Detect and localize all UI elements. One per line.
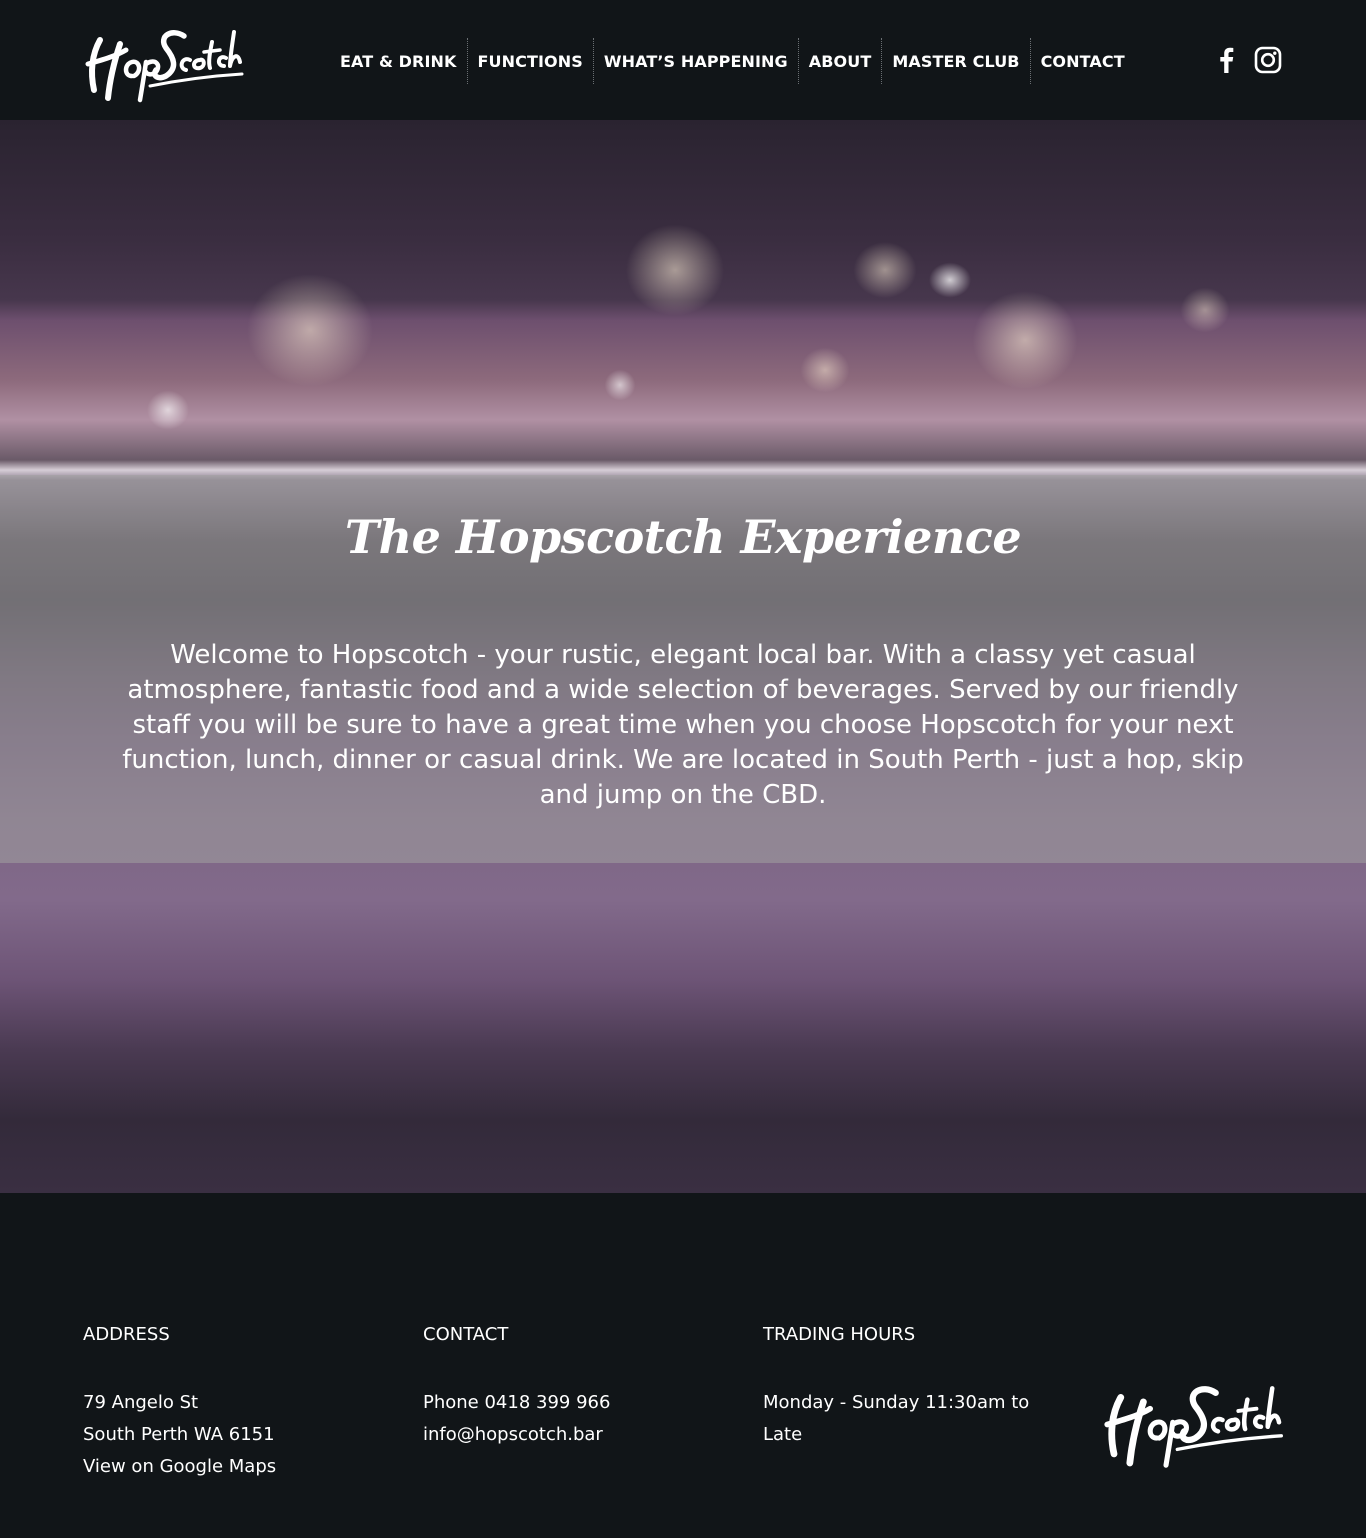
footer-hopscotch-logo [1104, 1386, 1283, 1468]
nav-item-functions[interactable]: FUNCTIONS [466, 38, 593, 84]
footer-address: ADDRESS 79 Angelo St South Perth WA 6151… [83, 1323, 383, 1483]
facebook-icon[interactable] [1212, 44, 1240, 76]
google-maps-link[interactable]: View on Google Maps [83, 1451, 383, 1483]
email-link[interactable]: info@hopscotch.bar [423, 1419, 723, 1451]
footer-address-heading: ADDRESS [83, 1324, 170, 1345]
footer-contact: CONTACT Phone 0418 399 966 info@hopscotc… [423, 1323, 723, 1451]
nav-item-contact[interactable]: CONTACT [1029, 38, 1135, 84]
site-footer: ADDRESS 79 Angelo St South Perth WA 6151… [0, 1193, 1366, 1538]
footer-hours: TRADING HOURS Monday - Sunday 11:30am to… [763, 1323, 1063, 1451]
footer-hours-heading: TRADING HOURS [763, 1324, 916, 1345]
nav-item-whats-happening[interactable]: WHAT’S HAPPENING [592, 38, 798, 84]
nav-item-master-club[interactable]: MASTER CLUB [881, 38, 1029, 84]
site-header: EAT & DRINK FUNCTIONS WHAT’S HAPPENING A… [0, 0, 1366, 120]
address-line-1: 79 Angelo St [83, 1392, 199, 1413]
hours-line-1: Monday - Sunday 11:30am to [763, 1392, 1030, 1413]
nav-item-eat-drink[interactable]: EAT & DRINK [330, 38, 467, 84]
phone-link[interactable]: Phone 0418 399 966 [423, 1387, 723, 1419]
hero-title: The Hopscotch Experience [344, 510, 1022, 564]
social-links [1212, 44, 1282, 76]
footer-contact-heading: CONTACT [423, 1324, 509, 1345]
hours-line-2: Late [763, 1424, 803, 1445]
hero-description: Welcome to Hopscotch - your rustic, eleg… [122, 640, 1244, 810]
nav-item-about[interactable]: ABOUT [797, 38, 882, 84]
instagram-icon[interactable] [1254, 44, 1282, 76]
hero-section: The Hopscotch Experience Welcome to Hops… [0, 120, 1366, 1193]
main-nav: EAT & DRINK FUNCTIONS WHAT’S HAPPENING A… [330, 38, 1135, 84]
address-line-2: South Perth WA 6151 [83, 1424, 275, 1445]
hopscotch-logo[interactable] [80, 14, 246, 106]
